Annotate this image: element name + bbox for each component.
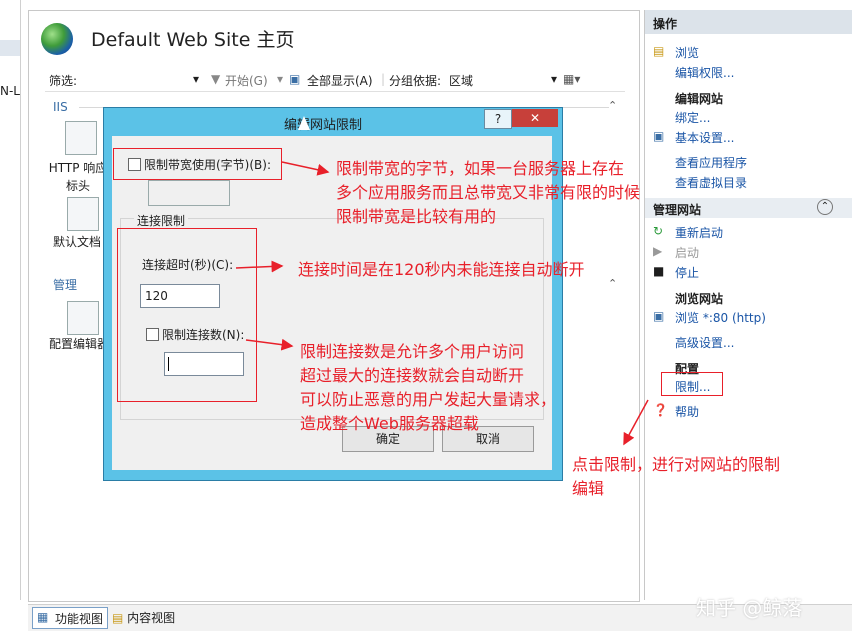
connections-note: 限制连接数是允许多个用户访问 超过最大的连接数就会自动断开 可以防止恶意的用户发… xyxy=(300,342,557,433)
connections-arrow xyxy=(245,338,294,351)
watermark: 知乎 @鲸落 xyxy=(696,596,803,620)
timeout-note: 连接时间是在120秒内未能连接自动断开 xyxy=(298,260,585,279)
annotation-arrows xyxy=(235,161,649,446)
bandwidth-note: 限制带宽的字节，如果一台服务器上存在 多个应用服务而且总带宽又非常有限的时候 限… xyxy=(336,159,641,226)
limit-click-note: 点击限制，进行对网站的限制 编辑 xyxy=(572,455,781,498)
bandwidth-arrow xyxy=(281,161,330,176)
timeout-arrow xyxy=(235,260,284,273)
limit-click-arrow xyxy=(623,399,649,446)
